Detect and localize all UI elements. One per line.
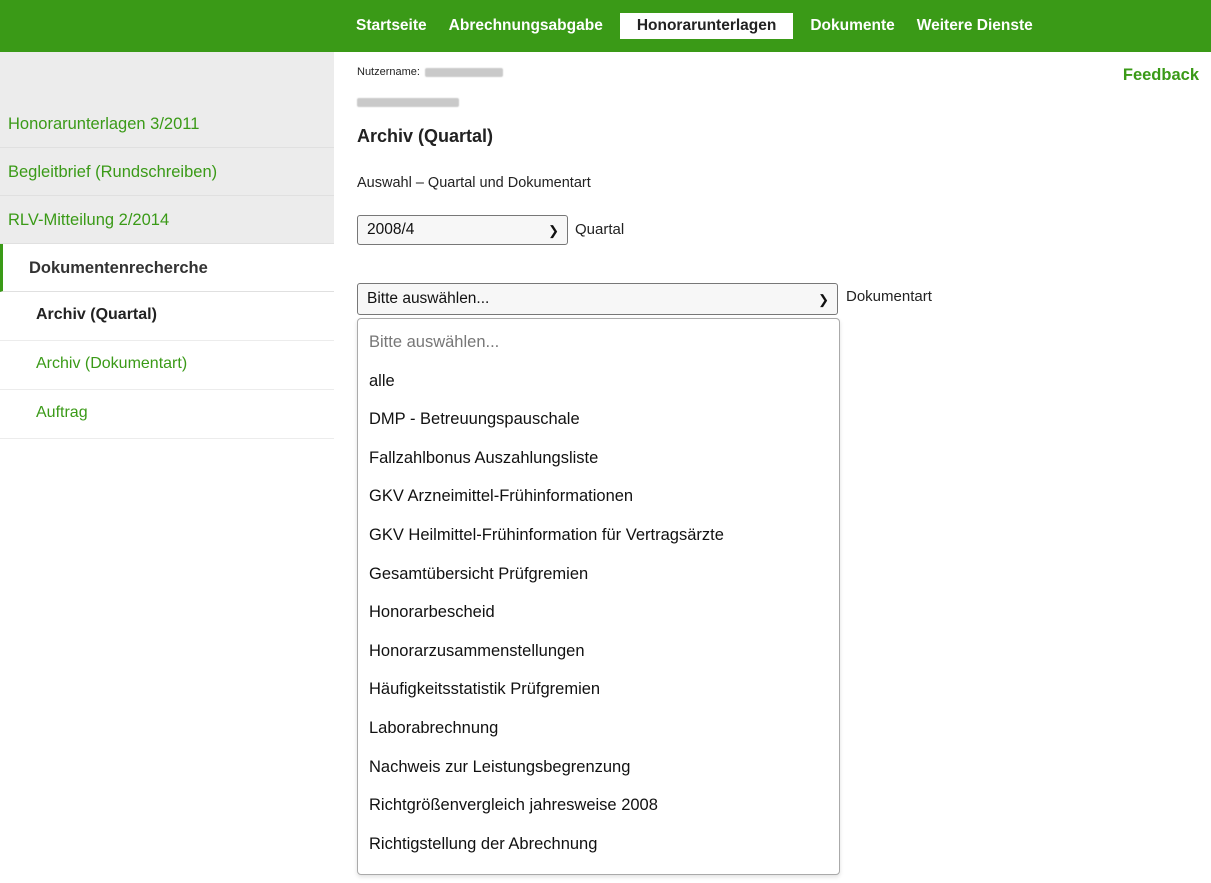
sidebar-subitem-archiv-quartal[interactable]: Archiv (Quartal)	[0, 292, 334, 341]
feedback-link[interactable]: Feedback	[1123, 66, 1199, 85]
quartal-label: Quartal	[575, 221, 625, 238]
dropdown-option[interactable]: GKV Heilmittel-Frühinformation für Vertr…	[358, 516, 839, 555]
page-title: Archiv (Quartal)	[357, 126, 494, 146]
dropdown-option[interactable]: GKV Arzneimittel-Frühinformationen	[358, 477, 839, 516]
dokumentart-label: Dokumentart	[846, 288, 932, 305]
dropdown-option[interactable]: Nachweis zur Leistungsbegrenzung	[358, 748, 839, 787]
chevron-down-icon: ❯	[548, 223, 559, 238]
tab-dokumente[interactable]: Dokumente	[799, 13, 905, 39]
sidebar-section-dokumentenrecherche[interactable]: Dokumentenrecherche	[0, 244, 334, 292]
dropdown-option[interactable]: Honorarzusammenstellungen	[358, 632, 839, 671]
dropdown-option[interactable]: Häufigkeitsstatistik Prüfgremien	[358, 670, 839, 709]
username-redacted	[425, 67, 504, 77]
tab-weitere-dienste[interactable]: Weitere Dienste	[906, 13, 1044, 39]
sidebar-item-begleitbrief[interactable]: Begleitbrief (Rundschreiben)	[0, 148, 334, 196]
dropdown-option[interactable]: Gesamtübersicht Prüfgremien	[358, 555, 839, 594]
quartal-select[interactable]: 2008/4 ❯	[357, 215, 568, 245]
sidebar-item-rlv-mitteilung[interactable]: RLV-Mitteilung 2/2014	[0, 196, 334, 244]
quartal-select-value: 2008/4	[367, 221, 415, 238]
sidebar-subitem-archiv-dokumentart[interactable]: Archiv (Dokumentart)	[0, 341, 334, 390]
username-row: Nutzername:	[357, 66, 504, 78]
dropdown-option[interactable]: Bitte auswählen...	[358, 323, 839, 362]
tab-abrechnungsabgabe[interactable]: Abrechnungsabgabe	[438, 13, 614, 39]
top-navigation-bar: Startseite Abrechnungsabgabe Honorarunte…	[0, 0, 1211, 52]
selection-subheading: Auswahl – Quartal und Dokumentart	[357, 175, 591, 191]
dropdown-option[interactable]: alle	[358, 362, 839, 401]
user-fullname-redacted	[357, 94, 459, 112]
tab-honorarunterlagen[interactable]: Honorarunterlagen	[619, 13, 794, 39]
dokumentart-select-value: Bitte auswählen...	[367, 290, 490, 307]
sidebar-subnav: Archiv (Quartal) Archiv (Dokumentart) Au…	[0, 292, 334, 439]
dropdown-option[interactable]: Richtigstellung der Abrechnung	[358, 825, 839, 864]
dropdown-option[interactable]: Honorarbescheid	[358, 593, 839, 632]
chevron-down-icon: ❯	[818, 292, 829, 307]
main-nav: Startseite Abrechnungsabgabe Honorarunte…	[345, 0, 1044, 52]
dropdown-option[interactable]: Fallzahlbonus Auszahlungsliste	[358, 439, 839, 478]
dokumentart-select[interactable]: Bitte auswählen... ❯	[357, 283, 838, 315]
sidebar-subitem-auftrag[interactable]: Auftrag	[0, 390, 334, 439]
sidebar-item-honorarunterlagen[interactable]: Honorarunterlagen 3/2011	[0, 100, 334, 148]
dokumentart-dropdown-list: Bitte auswählen... alle DMP - Betreuungs…	[357, 318, 840, 875]
dropdown-option[interactable]: Richtgrößenvergleich jahresweise 2008	[358, 786, 839, 825]
dropdown-option[interactable]: DMP - Betreuungspauschale	[358, 400, 839, 439]
tab-startseite[interactable]: Startseite	[345, 13, 438, 39]
sidebar-header	[0, 52, 334, 100]
dropdown-option[interactable]: Laborabrechnung	[358, 709, 839, 748]
username-label: Nutzername:	[357, 66, 420, 78]
sidebar: Honorarunterlagen 3/2011 Begleitbrief (R…	[0, 100, 334, 439]
